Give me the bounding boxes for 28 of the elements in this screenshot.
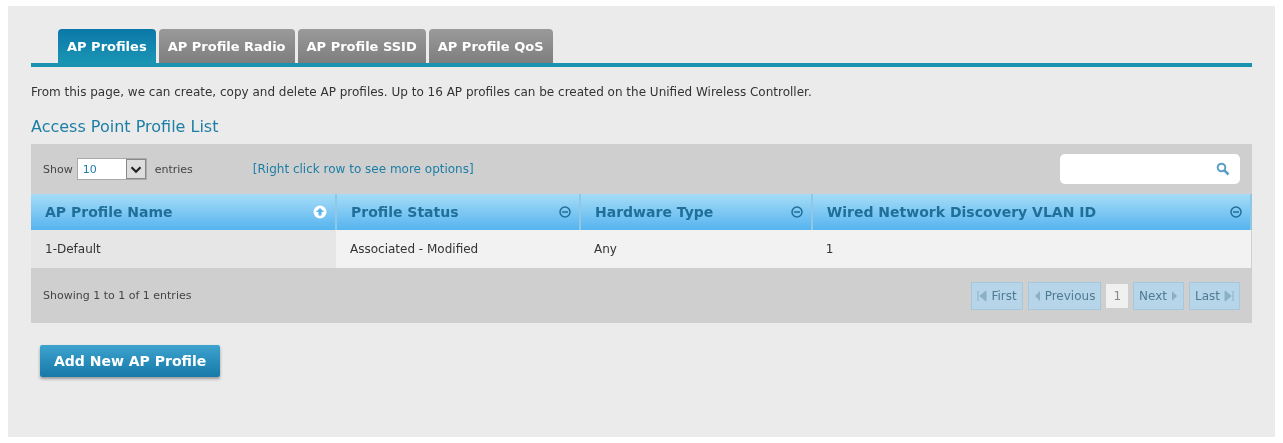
description-text: From this page, we can create, copy and delete AP profiles. Up to 16 AP profiles can be created on the Unified Wireless Controller. <box>31 85 813 99</box>
column-header[interactable]: Wired Network Discovery VLAN ID <box>811 194 1251 230</box>
column-header[interactable]: Profile Status <box>336 194 580 230</box>
add-profile-button[interactable]: Add New AP Profile <box>40 345 221 377</box>
column-header[interactable]: Hardware Type <box>580 194 812 230</box>
tab[interactable]: AP Profiles <box>58 29 156 63</box>
table-cell: 1 <box>811 230 1251 268</box>
entries-info: Showing 1 to 1 of 1 entries <box>43 289 192 302</box>
page-size-select[interactable]: 10 <box>76 158 147 180</box>
page-number[interactable]: 1 <box>1106 283 1129 308</box>
tab[interactable]: AP Profile Radio <box>158 29 295 63</box>
next-icon <box>1171 289 1178 302</box>
tab[interactable]: AP Profile QoS <box>428 29 553 63</box>
column-header[interactable]: AP Profile Name <box>31 194 336 230</box>
entries-label: entries <box>154 162 193 176</box>
previous-icon <box>1033 289 1041 302</box>
section-title: Access Point Profile List <box>31 117 220 136</box>
search-field[interactable] <box>1060 154 1240 184</box>
search-icon <box>1216 162 1230 176</box>
last-page-icon <box>1224 289 1234 302</box>
table-cell: Associated - Modified <box>336 230 580 268</box>
caret-icon <box>125 159 146 179</box>
tab[interactable]: AP Profile SSID <box>297 29 426 63</box>
table-cell: 1-Default <box>31 230 336 268</box>
table-cell: Any <box>580 230 812 268</box>
show-label: Show <box>43 162 73 176</box>
hint-text: [Right click row to see more options] <box>252 162 474 176</box>
first-page-icon <box>977 289 988 302</box>
